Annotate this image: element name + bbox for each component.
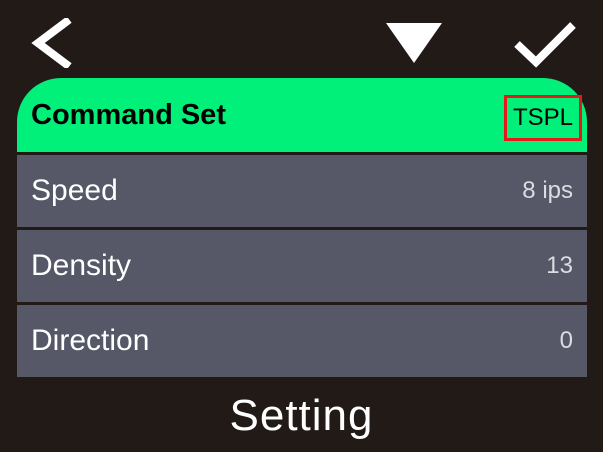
setting-value: TSPL [503, 95, 582, 141]
setting-row-command-set[interactable]: Command Set TSPL [17, 78, 587, 152]
top-bar [0, 0, 603, 78]
setting-label: Direction [31, 324, 150, 357]
settings-list: Command Set TSPL Speed 8 ips Density 13 … [17, 78, 587, 380]
setting-value: 8 ips [522, 177, 573, 204]
setting-row-speed[interactable]: Speed 8 ips [17, 155, 587, 227]
setting-value: 13 [546, 252, 573, 279]
page-title: Setting [229, 391, 374, 440]
setting-label: Speed [31, 174, 118, 207]
triangle-down-icon[interactable] [384, 21, 444, 65]
setting-value: 0 [559, 327, 573, 354]
setting-row-density[interactable]: Density 13 [17, 230, 587, 302]
setting-row-direction[interactable]: Direction 0 [17, 305, 587, 377]
setting-label: Density [31, 249, 132, 282]
footer: Setting [0, 380, 603, 452]
checkmark-icon[interactable] [512, 20, 578, 68]
setting-label: Command Set [31, 98, 226, 131]
chevron-left-icon[interactable] [28, 18, 78, 68]
